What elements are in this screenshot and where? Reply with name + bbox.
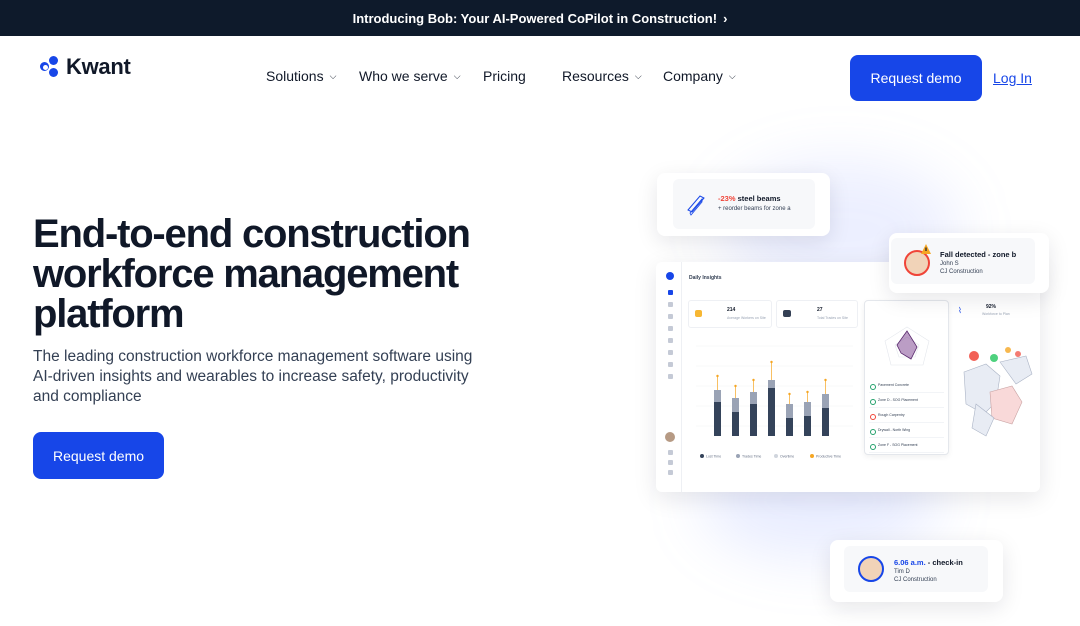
dashboard-preview: Daily Insights 214 Average Workers on Si…: [656, 262, 1040, 492]
legend-item: Trades Time: [742, 455, 761, 459]
legend-item: Productive Time: [816, 455, 841, 459]
radar-chart: [884, 326, 930, 366]
nav-company[interactable]: Company ⌵: [663, 68, 736, 84]
nav-label: Resources: [562, 68, 629, 84]
chevron-down-icon: ⌵: [453, 70, 461, 81]
announcement-bar[interactable]: Introducing Bob: Your AI-Powered CoPilot…: [0, 0, 1080, 36]
check-icon: [870, 429, 876, 435]
kwant-logo-icon: [40, 56, 62, 78]
kpi-label: Workforce to Plan: [982, 312, 1010, 316]
hero-request-demo-button[interactable]: Request demo: [33, 432, 164, 479]
hero-subtitle: The leading construction workforce manag…: [33, 348, 473, 405]
kpi-value: 214: [727, 307, 736, 313]
kpi-value: 92%: [986, 304, 997, 310]
task-label: Rough Carpentry: [878, 413, 905, 417]
kpi-card: ⌇ 92% Workforce to Plan: [954, 300, 1034, 324]
nav-icon: [668, 290, 673, 295]
dashboard-title: Daily Insights: [689, 275, 722, 281]
steel-beam-icon: [687, 195, 705, 216]
workforce-bar-chart: Lost Time Trades Time Overtime Productiv…: [696, 345, 853, 459]
nav-icon: [668, 326, 673, 331]
nav-who-we-serve[interactable]: Who we serve ⌵: [359, 68, 461, 84]
checkin-card-company: CJ Construction: [894, 577, 937, 583]
task-row: Rough Carpentry: [869, 411, 944, 423]
logout-icon: [668, 470, 673, 475]
incident-panel: Pavement Concrete Zone D - SOG Placement…: [864, 300, 949, 455]
nav-icon: [668, 362, 673, 367]
chevron-down-icon: ⌵: [728, 70, 736, 81]
task-label: Zone F - SOG Placement: [878, 443, 918, 447]
checkin-card-name: Tim D: [894, 569, 910, 575]
nav-icon: [668, 314, 673, 319]
nav-label: Who we serve: [359, 68, 448, 84]
nav-icon: [668, 374, 673, 379]
chart-bars: [714, 380, 829, 436]
avatar: [665, 432, 675, 442]
steel-card-title: -23% steel beams: [718, 194, 781, 203]
checkin-card-title: 6.06 a.m. - check-in: [894, 558, 963, 567]
kpi-label: Total Trades on Site: [817, 316, 848, 320]
chevron-right-icon: ›: [723, 10, 728, 26]
check-icon: [870, 384, 876, 390]
checkin-card-label: - check-in: [927, 558, 963, 567]
nav-solutions[interactable]: Solutions ⌵: [266, 68, 336, 84]
fall-card-title: Fall detected - zone b: [940, 250, 1017, 259]
chevron-down-icon: ⌵: [329, 70, 337, 81]
announcement-text: Introducing Bob: Your AI-Powered CoPilot…: [352, 10, 718, 26]
kpi-value: 27: [817, 307, 823, 313]
task-label: Pavement Concrete: [878, 383, 909, 387]
steel-card-highlight: -23%: [718, 194, 736, 203]
dashboard-sidebar: [656, 262, 682, 492]
task-row: Zone F - SOG Placement: [869, 441, 944, 453]
kwant-logo-icon: [666, 272, 674, 280]
legend-item: Overtime: [780, 455, 794, 459]
nav-label: Solutions: [266, 68, 324, 84]
workers-icon: [695, 310, 702, 317]
steel-beams-card: -23% steel beams + reorder beams for zon…: [657, 173, 830, 236]
legend-item: Lost Time: [706, 455, 721, 459]
fall-detected-card: Fall detected - zone b John S CJ Constru…: [889, 233, 1049, 293]
nav-resources[interactable]: Resources ⌵: [562, 68, 642, 84]
help-icon: [668, 460, 673, 465]
logo[interactable]: Kwant: [40, 54, 131, 80]
checkin-card-time: 6.06 a.m.: [894, 558, 926, 567]
brand-name: Kwant: [66, 54, 131, 79]
kpi-card: 27 Total Trades on Site: [776, 300, 858, 328]
briefcase-icon: [783, 310, 791, 317]
request-demo-button[interactable]: Request demo: [850, 55, 982, 101]
task-row: Drywall - North Wing: [869, 426, 944, 438]
task-label: Zone D - SOG Placement: [878, 398, 918, 402]
task-label: Drywall - North Wing: [878, 428, 911, 432]
nav-icon: [668, 350, 673, 355]
trend-icon: ⌇: [958, 306, 962, 315]
alert-icon: [870, 414, 876, 420]
fall-card-name: John S: [940, 261, 959, 267]
chart-legend: Lost Time Trades Time Overtime Productiv…: [700, 454, 841, 459]
warning-icon: [921, 244, 931, 254]
nav-icon: [668, 338, 673, 343]
steel-card-subtitle: + reorder beams for zone a: [718, 206, 791, 212]
nav-label: Company: [663, 68, 723, 84]
settings-icon: [668, 450, 673, 455]
task-row: Pavement Concrete: [869, 381, 944, 393]
check-icon: [870, 399, 876, 405]
fall-card-company: CJ Construction: [940, 269, 983, 275]
steel-card-label: steel beams: [737, 194, 781, 203]
avatar: [858, 556, 884, 582]
kpi-label: Average Workers on Site: [727, 316, 766, 320]
nav-pricing[interactable]: Pricing: [483, 68, 526, 84]
login-link[interactable]: Log In: [993, 70, 1032, 86]
check-in-card: 6.06 a.m. - check-in Tim D CJ Constructi…: [830, 540, 1003, 602]
chevron-down-icon: ⌵: [634, 70, 642, 81]
nav-icon: [668, 302, 673, 307]
task-row: Zone D - SOG Placement: [869, 396, 944, 408]
check-icon: [870, 444, 876, 450]
hero-title: End-to-end construction workforce manage…: [33, 212, 471, 336]
kpi-card: 214 Average Workers on Site: [688, 300, 772, 328]
nav-label: Pricing: [483, 68, 526, 84]
site-heatmap: [963, 347, 1033, 437]
